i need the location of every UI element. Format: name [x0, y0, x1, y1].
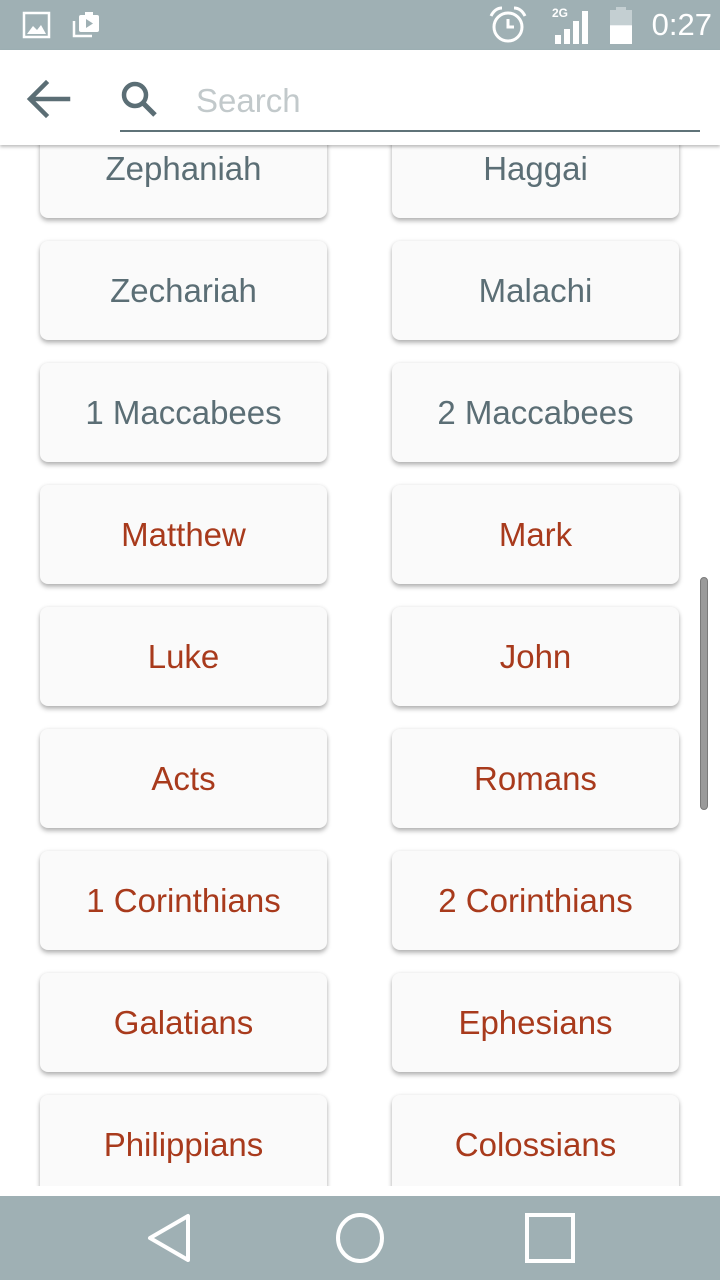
home-circle-icon [336, 1213, 384, 1263]
book-card[interactable]: Malachi [392, 241, 679, 340]
signal-icon: 2G [552, 0, 596, 50]
book-card[interactable]: John [392, 607, 679, 706]
arrow-left-icon [26, 79, 71, 119]
nav-back-button[interactable] [142, 1206, 206, 1270]
gallery-icon [22, 0, 52, 50]
book-name: Zechariah [110, 271, 257, 309]
book-name: Luke [147, 637, 220, 675]
book-name: Ephesians [458, 1003, 613, 1041]
book-name: Galatians [113, 1003, 254, 1041]
book-card[interactable]: Luke [40, 607, 327, 706]
book-grid[interactable]: Zephaniah Haggai Zechariah Malachi 1 Maccabe… [0, 145, 720, 1186]
book-card[interactable]: 1 Maccabees [40, 363, 327, 462]
book-name: 1 Corinthians [86, 881, 281, 919]
book-card[interactable]: Zephaniah [40, 145, 327, 218]
book-name: 2 Corinthians [438, 881, 633, 919]
battery-icon [608, 0, 634, 50]
media-notification-icon [70, 0, 102, 50]
book-card[interactable]: Matthew [40, 485, 327, 584]
clock-time: 0:27 [651, 7, 712, 42]
book-card[interactable]: Romans [392, 729, 679, 828]
book-name: Philippians [103, 1125, 264, 1163]
nav-recents-button[interactable] [518, 1206, 582, 1270]
book-name: John [499, 637, 572, 675]
back-button[interactable] [24, 76, 74, 122]
book-card[interactable]: Mark [392, 485, 679, 584]
book-name: Colossians [454, 1125, 617, 1163]
search-input[interactable] [196, 76, 696, 126]
book-card[interactable]: Acts [40, 729, 327, 828]
book-name: Malachi [478, 271, 593, 309]
recents-square-icon [525, 1213, 575, 1263]
book-name: 1 Maccabees [85, 393, 282, 431]
book-card[interactable]: 1 Corinthians [40, 851, 327, 950]
book-name: Zephaniah [105, 149, 262, 187]
nav-home-button[interactable] [328, 1206, 392, 1270]
book-name: Matthew [121, 515, 246, 553]
book-name: Romans [474, 759, 597, 797]
back-triangle-icon [148, 1214, 190, 1262]
search-header [0, 50, 720, 145]
book-card[interactable]: Zechariah [40, 241, 327, 340]
book-card[interactable]: Colossians [392, 1095, 679, 1186]
search-icon [121, 81, 157, 117]
book-card[interactable]: 2 Maccabees [392, 363, 679, 462]
book-name: Acts [151, 759, 216, 797]
book-name: Mark [498, 515, 573, 553]
book-name: 2 Maccabees [437, 393, 634, 431]
book-card[interactable]: Haggai [392, 145, 679, 218]
book-card[interactable]: 2 Corinthians [392, 851, 679, 950]
network-type-label: 2G [552, 6, 568, 20]
search-field[interactable] [120, 72, 700, 132]
book-name: Haggai [483, 149, 588, 187]
book-card[interactable]: Galatians [40, 973, 327, 1072]
book-card[interactable]: Philippians [40, 1095, 327, 1186]
alarm-icon [487, 0, 529, 50]
scrollbar[interactable] [700, 577, 708, 810]
book-card[interactable]: Ephesians [392, 973, 679, 1072]
status-bar: 2G 0:27 [0, 0, 720, 50]
navigation-bar [0, 1196, 720, 1280]
